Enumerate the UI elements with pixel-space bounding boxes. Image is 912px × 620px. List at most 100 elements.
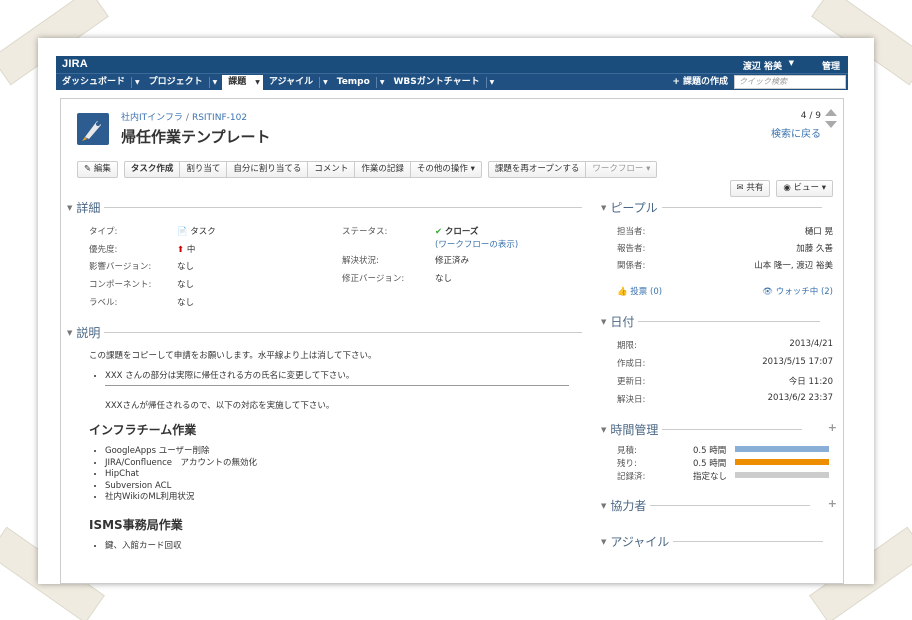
jira-logo[interactable]: JIRA (62, 58, 88, 70)
votes-link[interactable]: 👍 投票 (0) (617, 285, 662, 297)
list-item: HipChat (105, 469, 257, 481)
people-section-header[interactable]: ▼ ピープル (601, 199, 822, 216)
breadcrumb-project[interactable]: 社内ITインフラ (121, 113, 183, 123)
nav-agile[interactable]: アジャイル (263, 75, 319, 90)
reopen-issue-button[interactable]: 課題を再オープンする (489, 162, 587, 177)
field-value-type: 📄 タスク (177, 227, 216, 237)
pager-position: 4 / 9 (800, 111, 821, 121)
estimate-bar (735, 446, 829, 452)
agile-heading: アジャイル (610, 535, 670, 549)
nav-issues[interactable]: 課題 (222, 74, 253, 90)
create-subtask-button[interactable]: タスク作成 (125, 162, 181, 177)
back-to-search-link[interactable]: 検索に戻る (771, 125, 821, 140)
infra-task-list: GoogleApps ユーザー削除 JIRA/Confluence アカウントの… (105, 446, 257, 504)
description-bullet: XXX さんの部分は実際に帰任される方の氏名に変更して下さい。 (105, 371, 354, 383)
eye-icon: ◉ (783, 183, 794, 193)
chevron-down-icon[interactable]: ▼ (320, 79, 331, 86)
pencil-icon: ✎ (84, 164, 94, 174)
participants-value[interactable]: 山本 隆一, 渡辺 裕美 (754, 259, 833, 271)
field-label: 解決状況: (342, 256, 379, 266)
logged-value: 指定なし (693, 472, 728, 482)
details-heading: 詳細 (76, 201, 101, 215)
collaborators-heading: 協力者 (610, 499, 647, 513)
field-label: 修正バージョン: (342, 274, 405, 284)
edit-button[interactable]: ✎ 編集 (78, 162, 117, 177)
field-label: 解決日: (617, 395, 646, 405)
envelope-icon: ✉ (736, 183, 747, 193)
agile-section-header[interactable]: ▼ アジャイル (601, 533, 824, 550)
resolved-date-value: 2013/6/2 23:37 (767, 393, 833, 403)
chevron-down-icon[interactable]: ▼ (252, 74, 263, 90)
priority-up-icon: ⬆ (177, 245, 187, 255)
chevron-down-icon[interactable]: ▼ (132, 79, 143, 86)
quick-search-input[interactable]: クイック検索 (734, 75, 846, 89)
field-label: タイプ: (89, 227, 118, 237)
field-value-resolution: 修正済み (435, 256, 470, 266)
details-section-header[interactable]: ▼ 詳細 (67, 199, 583, 216)
create-issue-button[interactable]: + 課題の作成 (672, 75, 728, 90)
issue-pager: 4 / 9 検索に戻る (771, 111, 821, 140)
nav-tempo[interactable]: Tempo (331, 75, 376, 90)
field-label: 関係者: (617, 261, 646, 271)
workflow-button[interactable]: ワークフロー ▾ (586, 162, 656, 177)
assign-button[interactable]: 割り当て (180, 162, 228, 177)
chevron-down-icon[interactable]: ▼ (377, 79, 388, 86)
field-label: 残り: (617, 459, 637, 469)
next-issue-icon[interactable] (825, 121, 837, 128)
nav-projects[interactable]: プロジェクト (143, 75, 209, 90)
field-label: 担当者: (617, 227, 646, 237)
breadcrumb-issue-key[interactable]: RSITINF-102 (192, 113, 247, 123)
page-title: 帰任作業テンプレート (121, 128, 271, 146)
nav-wbs-gantt[interactable]: WBSガントチャート (387, 75, 485, 90)
chevron-down-icon[interactable]: ▼ (487, 79, 498, 86)
time-tracking-section-header[interactable]: ▼ 時間管理 (601, 421, 803, 438)
field-label: 見積: (617, 446, 637, 456)
collaborators-section-header[interactable]: ▼ 協力者 (601, 497, 811, 514)
collapse-icon: ▼ (601, 501, 607, 510)
assign-to-me-button[interactable]: 自分に割り当てる (227, 162, 309, 177)
reporter-value[interactable]: 加藤 久善 (796, 242, 833, 254)
description-heading-isms: ISMS事務局作業 (89, 518, 183, 532)
description-paragraph: XXXさんが帰任されるので、以下の対応を実施して下さい。 (105, 401, 335, 411)
task-icon: 📄 (177, 227, 191, 237)
list-item: Subversion ACL (105, 481, 257, 493)
dates-section-header[interactable]: ▼ 日付 (601, 313, 821, 330)
remaining-bar (735, 459, 829, 465)
add-time-icon[interactable]: + (828, 421, 837, 434)
people-heading: ピープル (610, 201, 658, 215)
project-avatar-icon[interactable] (77, 113, 109, 145)
description-section-header[interactable]: ▼ 説明 (67, 324, 583, 341)
field-label: 記録済: (617, 472, 646, 482)
collapse-icon: ▼ (67, 328, 73, 337)
estimate-value: 0.5 時間 (693, 446, 727, 456)
previous-issue-icon[interactable] (825, 109, 837, 116)
field-label: 更新日: (617, 377, 646, 387)
share-button[interactable]: ✉ 共有 (731, 181, 770, 196)
breadcrumb: 社内ITインフラ / RSITINF-102 (121, 113, 248, 123)
time-tracking-heading: 時間管理 (610, 423, 659, 437)
status-closed-icon: ✔ (435, 227, 445, 237)
field-value-labels: なし (177, 298, 195, 308)
more-actions-button[interactable]: その他の操作 ▾ (411, 162, 481, 177)
nav-dashboards[interactable]: ダッシュボード (56, 75, 131, 90)
field-label: 優先度: (89, 245, 118, 255)
created-date-value: 2013/5/15 17:07 (762, 357, 833, 367)
watchers-link[interactable]: 👁 ウォッチ中 (2) (762, 285, 833, 297)
field-label: ラベル: (89, 298, 118, 308)
admin-link[interactable]: 管理 (822, 59, 840, 72)
comment-button[interactable]: コメント (308, 162, 356, 177)
field-value-fix-version: なし (435, 274, 453, 284)
log-work-button[interactable]: 作業の記録 (355, 162, 411, 177)
chevron-down-icon[interactable]: ▼ (789, 59, 794, 67)
assignee-value[interactable]: 樋口 晃 (805, 225, 833, 237)
view-workflow-link[interactable]: (ワークフローの表示) (435, 238, 518, 250)
user-menu[interactable]: 渡辺 裕美 (743, 59, 782, 72)
browser-window: JIRA 渡辺 裕美 ▼ 管理 ダッシュボード ▼ プロジェクト ▼ 課題 ▼ … (56, 56, 848, 584)
field-label: コンポーネント: (89, 280, 152, 290)
list-item: GoogleApps ユーザー削除 (105, 446, 257, 458)
view-button[interactable]: ◉ ビュー ▾ (777, 181, 832, 196)
add-collaborator-icon[interactable]: + (828, 497, 837, 510)
chevron-down-icon[interactable]: ▼ (210, 79, 221, 86)
list-item: 鍵、入館カード回収 (105, 541, 182, 553)
horizontal-rule (105, 385, 569, 386)
